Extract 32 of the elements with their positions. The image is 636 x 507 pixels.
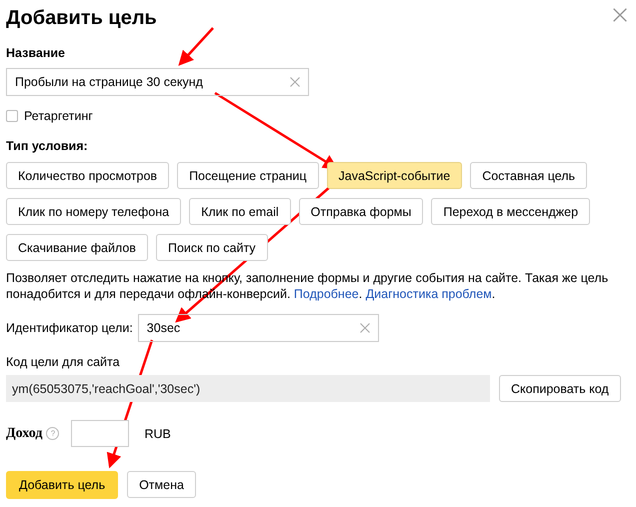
condition-type-button[interactable]: Клик по номеру телефона — [6, 198, 182, 225]
section-label: Тип условия: — [6, 138, 89, 154]
dialog-title: Добавить цель — [6, 6, 157, 30]
condition-type-button[interactable]: Переход в мессенджер — [431, 198, 590, 225]
field-label: Идентификатор цели: — [6, 321, 133, 335]
annotation-arrow — [178, 27, 214, 66]
add-goal-button[interactable]: Добавить цель — [6, 471, 118, 499]
condition-type-button[interactable]: Скачивание файлов — [6, 234, 148, 261]
name-field[interactable]: Пробыли на странице 30 секунд — [6, 68, 309, 96]
field-label: Название — [6, 45, 66, 61]
clear-icon[interactable] — [290, 77, 300, 87]
checkbox-label: Ретаргетинг — [24, 109, 93, 123]
condition-type-button[interactable]: Отправка формы — [298, 198, 424, 225]
field-label: Доход — [6, 426, 42, 442]
checkbox[interactable] — [6, 110, 18, 122]
cancel-button[interactable]: Отмена — [127, 471, 196, 498]
condition-type-button[interactable]: Клик по email — [189, 198, 291, 225]
condition-type-button[interactable]: Посещение страниц — [177, 162, 319, 189]
revenue-field[interactable] — [71, 420, 130, 447]
field-label: Код цели для сайта — [6, 354, 121, 370]
help-link[interactable]: Подробнее — [294, 287, 359, 301]
help-link[interactable]: Диагностика проблем — [366, 287, 492, 301]
goal-code: ym(65053075,'reachGoal','30sec') — [6, 375, 490, 402]
condition-type-button[interactable]: Составная цель — [470, 162, 588, 189]
copy-code-button[interactable]: Скопировать код — [499, 375, 621, 402]
clear-icon[interactable] — [360, 323, 370, 333]
currency-label: RUB — [144, 426, 171, 440]
condition-type-button[interactable]: Количество просмотров — [6, 162, 170, 189]
condition-type-button[interactable]: JavaScript-событие — [326, 162, 462, 189]
condition-type-button[interactable]: Поиск по сайту — [156, 234, 268, 261]
goal-id-field[interactable]: 30sec — [138, 314, 379, 342]
close-icon[interactable] — [613, 8, 627, 22]
